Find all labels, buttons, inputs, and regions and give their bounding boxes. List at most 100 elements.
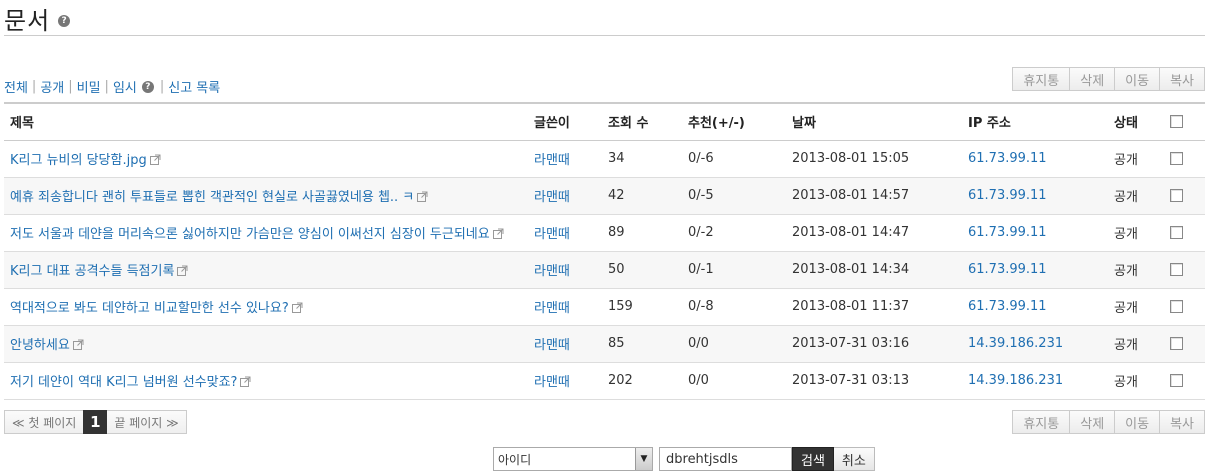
cell-ip: 61.73.99.11 xyxy=(962,214,1108,252)
title-divider xyxy=(4,35,1205,36)
cell-title: 예휴 죄송합니다 괜히 투표들로 뽑힌 객관적인 현실로 사골끓였네용 쳅.. … xyxy=(4,177,528,215)
cell-title: 저도 서울과 데얀을 머리속으론 싫어하지만 가슴만은 양심이 이써선지 심장이… xyxy=(4,214,528,252)
document-title-link[interactable]: 예휴 죄송합니다 괜히 투표들로 뽑힌 객관적인 현실로 사골끓였네용 쳅.. … xyxy=(10,190,414,205)
external-link-icon[interactable] xyxy=(149,154,161,165)
cell-votes: 0/-2 xyxy=(682,214,786,252)
document-title-link[interactable]: 안녕하세요 xyxy=(10,338,70,353)
cell-select xyxy=(1164,140,1205,178)
table-header-row: 제목 글쓴이 조회 수 추천(+/-) 날짜 IP 주소 상태 xyxy=(4,102,1205,141)
author-link[interactable]: 라맨때 xyxy=(534,153,570,168)
cell-views: 34 xyxy=(602,140,682,178)
trash-button[interactable]: 휴지통 xyxy=(1012,410,1071,434)
document-title-link[interactable]: 역대적으로 봐도 데얀하고 비교할만한 선수 있나요? xyxy=(10,301,289,316)
select-all-checkbox[interactable] xyxy=(1170,115,1183,129)
cell-ip: 61.73.99.11 xyxy=(962,140,1108,178)
ip-link[interactable]: 61.73.99.11 xyxy=(968,299,1047,314)
dropdown-arrow-icon[interactable]: ▼ xyxy=(635,448,652,470)
cell-author: 라맨때 xyxy=(528,325,602,363)
last-page-button[interactable]: 끝 페이지 ≫ xyxy=(107,410,187,434)
filter-secret-link[interactable]: 비밀 xyxy=(77,77,101,96)
ip-link[interactable]: 14.39.186.231 xyxy=(968,373,1063,388)
cell-date: 2013-08-01 14:34 xyxy=(786,251,962,289)
external-link-icon[interactable] xyxy=(291,302,303,313)
help-icon[interactable]: ? xyxy=(58,15,71,27)
cell-views: 42 xyxy=(602,177,682,215)
cell-author: 라맨때 xyxy=(528,251,602,289)
cell-title: K리그 대표 공격수들 득점기록 xyxy=(4,251,528,289)
table-row: 저기 데얀이 역대 K리그 넘버원 선수맞죠? 라맨때 202 0/0 2013-07-… xyxy=(4,362,1205,400)
row-checkbox[interactable] xyxy=(1170,337,1183,350)
document-title-link[interactable]: 저기 데얀이 역대 K리그 넘버원 선수맞죠? xyxy=(10,375,237,390)
filter-report-link[interactable]: 신고 목록 xyxy=(168,77,220,96)
trash-button[interactable]: 휴지통 xyxy=(1012,67,1071,91)
column-author: 글쓴이 xyxy=(528,102,602,141)
delete-button[interactable]: 삭제 xyxy=(1069,410,1116,434)
author-link[interactable]: 라맨때 xyxy=(534,338,570,353)
document-title-link[interactable]: 저도 서울과 데얀을 머리속으론 싫어하지만 가슴만은 양심이 이써선지 심장이… xyxy=(10,227,490,242)
delete-button[interactable]: 삭제 xyxy=(1069,67,1116,91)
author-link[interactable]: 라맨때 xyxy=(534,301,570,316)
search-field-value: 아이디 xyxy=(498,452,532,467)
cell-author: 라맨때 xyxy=(528,362,602,400)
author-link[interactable]: 라맨때 xyxy=(534,375,570,390)
row-checkbox[interactable] xyxy=(1170,226,1183,239)
external-link-icon[interactable] xyxy=(177,265,188,276)
copy-button[interactable]: 복사 xyxy=(1159,67,1205,91)
table-row: 예휴 죄송합니다 괜히 투표들로 뽑힌 객관적인 현실로 사골끓였네용 쳅.. … xyxy=(4,177,1205,215)
column-date[interactable]: 날짜 xyxy=(786,102,962,141)
ip-link[interactable]: 61.73.99.11 xyxy=(968,188,1047,203)
current-page: 1 xyxy=(83,410,108,434)
column-status: 상태 xyxy=(1108,102,1164,141)
search-input[interactable]: dbrehtjsdls xyxy=(659,447,792,471)
cell-author: 라맨때 xyxy=(528,140,602,178)
column-title[interactable]: 제목 xyxy=(4,102,528,141)
top-action-buttons: 휴지통 삭제 이동 복사 xyxy=(1012,67,1205,91)
cell-select xyxy=(1164,288,1205,326)
cell-ip: 61.73.99.11 xyxy=(962,288,1108,326)
move-button[interactable]: 이동 xyxy=(1114,67,1161,91)
first-page-button[interactable]: ≪ 첫 페이지 xyxy=(4,410,84,434)
author-link[interactable]: 라맨때 xyxy=(534,227,570,242)
cell-select xyxy=(1164,177,1205,215)
move-button[interactable]: 이동 xyxy=(1114,410,1161,434)
cell-author: 라맨때 xyxy=(528,214,602,252)
help-icon[interactable]: ? xyxy=(141,80,154,93)
cell-ip: 61.73.99.11 xyxy=(962,177,1108,215)
cancel-button[interactable]: 취소 xyxy=(833,447,875,471)
filter-temp-link[interactable]: 임시 xyxy=(113,77,137,96)
column-votes[interactable]: 추천(+/-) xyxy=(682,102,786,141)
cell-status: 공개 xyxy=(1108,288,1164,326)
ip-link[interactable]: 61.73.99.11 xyxy=(968,151,1047,166)
cell-votes: 0/-8 xyxy=(682,288,786,326)
copy-button[interactable]: 복사 xyxy=(1159,410,1205,434)
document-title-link[interactable]: K리그 대표 공격수들 득점기록 xyxy=(10,264,174,279)
table-row: 저도 서울과 데얀을 머리속으론 싫어하지만 가슴만은 양심이 이써선지 심장이… xyxy=(4,214,1205,252)
cell-status: 공개 xyxy=(1108,325,1164,363)
author-link[interactable]: 라맨때 xyxy=(534,190,570,205)
external-link-icon[interactable] xyxy=(240,376,251,387)
row-checkbox[interactable] xyxy=(1170,189,1183,202)
row-checkbox[interactable] xyxy=(1170,374,1183,387)
row-checkbox[interactable] xyxy=(1170,152,1183,165)
author-link[interactable]: 라맨때 xyxy=(534,264,570,279)
filter-all-link[interactable]: 전체 xyxy=(4,77,28,96)
external-link-icon[interactable] xyxy=(417,191,428,202)
ip-link[interactable]: 61.73.99.11 xyxy=(968,225,1047,240)
cell-ip: 14.39.186.231 xyxy=(962,325,1108,363)
cell-date: 2013-07-31 03:13 xyxy=(786,362,962,400)
filter-public-link[interactable]: 공개 xyxy=(40,77,64,96)
document-title-link[interactable]: K리그 뉴비의 당당함.jpg xyxy=(10,153,147,168)
cell-select xyxy=(1164,214,1205,252)
external-link-icon[interactable] xyxy=(72,339,84,350)
column-views[interactable]: 조회 수 xyxy=(602,102,682,141)
page-title: 문서 xyxy=(4,6,51,35)
ip-link[interactable]: 61.73.99.11 xyxy=(968,262,1047,277)
row-checkbox[interactable] xyxy=(1170,263,1183,276)
external-link-icon[interactable] xyxy=(492,228,504,239)
cell-status: 공개 xyxy=(1108,177,1164,215)
cell-title: 저기 데얀이 역대 K리그 넘버원 선수맞죠? xyxy=(4,362,528,400)
search-field-select[interactable]: 아이디 ▼ xyxy=(493,447,653,471)
ip-link[interactable]: 14.39.186.231 xyxy=(968,336,1063,351)
search-button[interactable]: 검색 xyxy=(792,447,834,471)
row-checkbox[interactable] xyxy=(1170,300,1183,313)
